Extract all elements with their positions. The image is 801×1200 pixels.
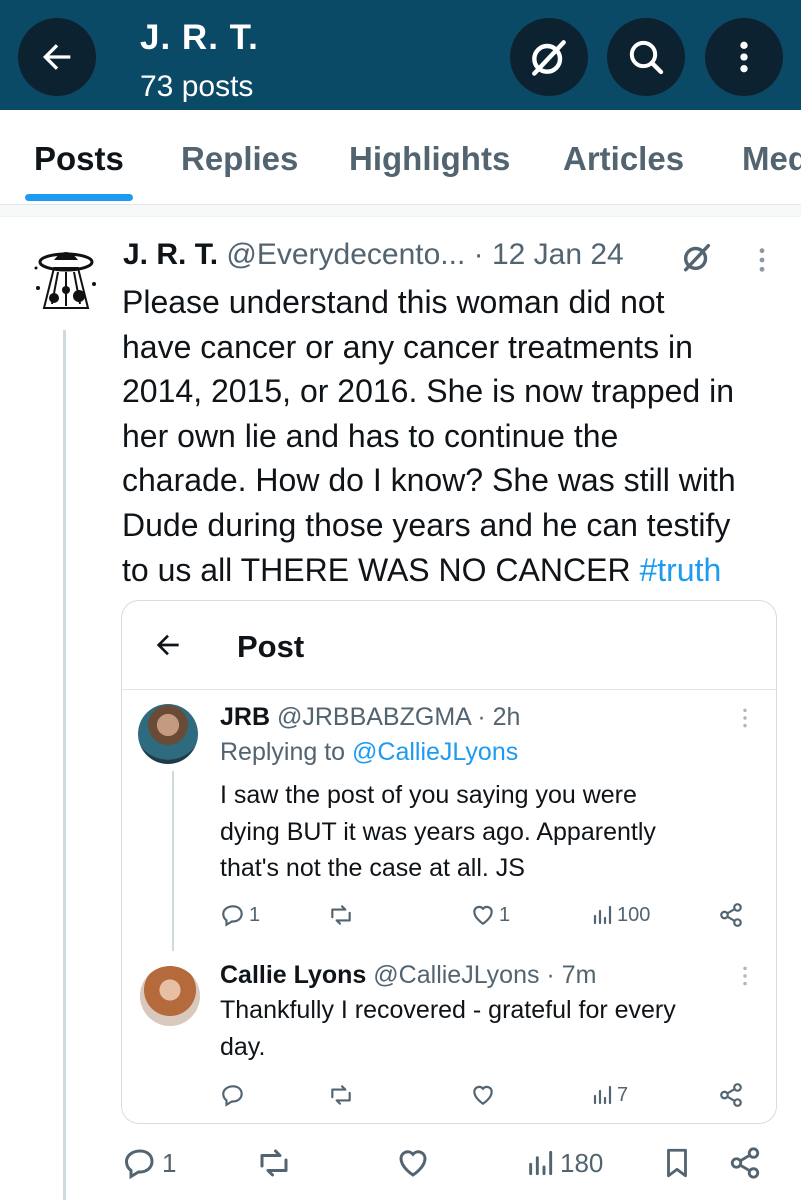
like-button[interactable] <box>395 1145 431 1181</box>
ufo-avatar-icon <box>34 252 96 309</box>
more-options-button[interactable] <box>705 18 783 96</box>
reply-button <box>220 1082 246 1108</box>
profile-name: J. R. T. <box>140 18 259 57</box>
vertical-dots-icon <box>759 248 765 272</box>
comment-icon <box>222 1085 243 1107</box>
repost-count <box>327 902 355 928</box>
avatar <box>140 966 200 1026</box>
divider <box>0 205 801 217</box>
post-count: 73 posts <box>140 70 254 103</box>
repost-button[interactable] <box>255 1145 293 1181</box>
view-count: 100 <box>590 902 650 928</box>
reply-text: Thankfully I recovered - grateful for ev… <box>220 996 676 1061</box>
more-icon <box>738 963 752 994</box>
arrow-left-icon <box>43 44 71 70</box>
author-name[interactable]: J. R. T. <box>123 238 218 271</box>
tab-highlights[interactable]: Highlights <box>349 140 510 178</box>
reply-header: Callie Lyons @CallieJLyons · 7m <box>220 961 596 990</box>
back-button[interactable] <box>18 18 96 96</box>
repost-icon <box>331 1085 351 1105</box>
divider <box>122 689 776 690</box>
post-date[interactable]: · 12 Jan 24 <box>474 238 624 271</box>
profile-header: J. R. T. 73 posts <box>0 0 801 110</box>
more-icon <box>738 705 752 736</box>
thread-line <box>63 330 66 1200</box>
search-icon <box>629 40 664 75</box>
tab-posts[interactable]: Posts <box>34 140 124 178</box>
arrow-left-icon <box>156 634 179 656</box>
comment-icon <box>222 905 243 927</box>
heart-icon <box>473 1085 493 1105</box>
tab-media[interactable]: Media <box>742 140 801 178</box>
views-chart-icon <box>529 1150 553 1176</box>
tab-articles[interactable]: Articles <box>563 140 684 178</box>
author-handle: @CallieJLyons · 7m <box>373 961 597 989</box>
view-count: 7 <box>590 1082 628 1108</box>
author-handle[interactable]: @Everydecento... <box>226 238 465 271</box>
thread-line <box>172 771 174 951</box>
card-back-button <box>152 629 184 666</box>
share-icon <box>718 1082 744 1108</box>
hashtag-link[interactable]: #truth <box>639 552 721 588</box>
reply-header: JRB @JRBBABZGMA · 2h <box>220 703 520 732</box>
tab-replies[interactable]: Replies <box>181 140 298 178</box>
repost-icon <box>260 1149 288 1177</box>
avatar[interactable] <box>24 238 108 322</box>
share-icon <box>730 1147 760 1179</box>
embedded-screenshot-card[interactable]: Post JRB @JRBBABZGMA · 2h Replying to @C… <box>121 600 777 1124</box>
card-title: Post <box>237 629 305 664</box>
post-text: Please understand this woman did not hav… <box>122 284 736 588</box>
post-header: J. R. T. @Everydecento... · 12 Jan 24 <box>123 238 624 272</box>
like-count: 1 <box>470 902 510 928</box>
share-icon <box>720 1083 742 1107</box>
grok-post-button[interactable] <box>680 240 714 279</box>
share-icon <box>720 903 742 927</box>
bookmark-button[interactable] <box>660 1145 694 1181</box>
reply-text: I saw the post of you saying you were dy… <box>220 781 656 882</box>
bookmark-icon <box>667 1148 687 1178</box>
reply-button[interactable]: 1 <box>122 1145 176 1181</box>
views-button[interactable]: 180 <box>524 1145 603 1181</box>
views-chart-icon <box>593 905 612 925</box>
vertical-dots-icon <box>743 708 747 728</box>
author-name: Callie Lyons <box>220 961 367 989</box>
profile-tabs: Posts Replies Highlights Articles Media <box>0 110 801 205</box>
search-button[interactable] <box>607 18 685 96</box>
post-more-button[interactable] <box>752 244 772 281</box>
repost-button <box>327 1082 355 1108</box>
grok-icon <box>683 243 711 272</box>
replying-to: Replying to @CallieJLyons <box>220 738 519 766</box>
like-button <box>470 1082 496 1108</box>
repost-icon <box>331 905 351 925</box>
vertical-dots-icon <box>743 966 747 986</box>
author-handle: @JRBBABZGMA · 2h <box>276 703 521 731</box>
views-chart-icon <box>593 1085 612 1105</box>
author-name: JRB <box>220 703 271 731</box>
vertical-dots-icon <box>740 41 748 73</box>
comment-icon <box>124 1149 154 1180</box>
share-icon <box>718 902 744 928</box>
grok-button[interactable] <box>510 18 588 96</box>
heart-icon <box>399 1150 427 1177</box>
avatar <box>138 704 198 764</box>
share-button[interactable] <box>728 1145 762 1181</box>
heart-icon <box>473 905 493 925</box>
active-tab-indicator <box>25 194 133 201</box>
grok-icon <box>532 40 566 76</box>
reply-count: 1 <box>220 902 260 928</box>
